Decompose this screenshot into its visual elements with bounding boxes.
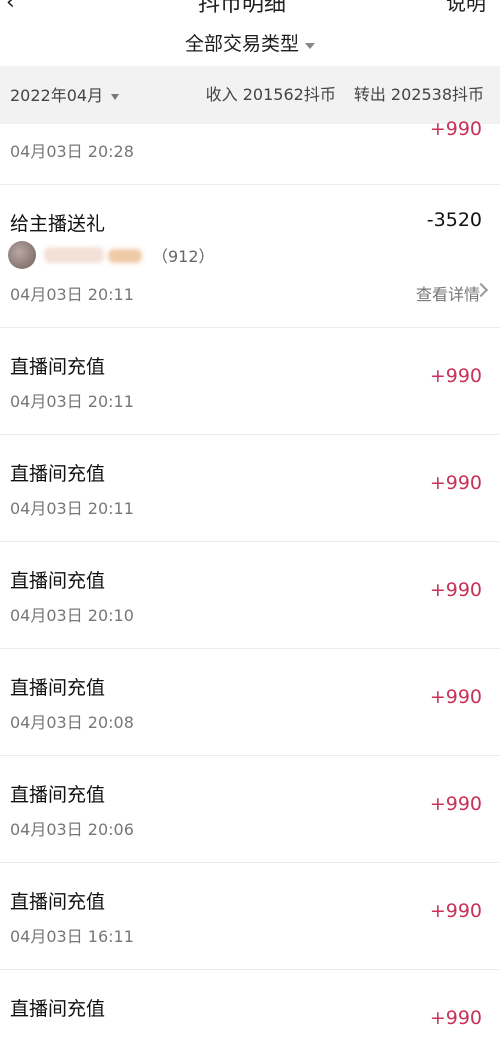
month-selector[interactable]: 2022年04月 [10, 66, 120, 126]
caret-down-icon [111, 93, 120, 100]
transaction-name: 直播间充值 [10, 463, 106, 485]
transaction-row[interactable]: 直播间充值 +990 [0, 970, 500, 1050]
transaction-amount: +990 [429, 686, 482, 708]
transaction-time: 04月03日 20:11 [10, 392, 134, 411]
transaction-row[interactable]: 直播间充值 +990 04月03日 20:10 [0, 542, 500, 649]
top-nav-bar: ‹ 抖币明细 说明 [0, 0, 500, 14]
transaction-list: +990 04月03日 20:28 给主播送礼 -3520 （912） 04月0… [0, 118, 500, 1050]
transaction-row-gift[interactable]: 给主播送礼 -3520 （912） 04月03日 20:11 查看详情 [0, 185, 500, 328]
transaction-row[interactable]: 直播间充值 +990 04月03日 20:06 [0, 756, 500, 863]
transaction-amount: +990 [429, 579, 482, 601]
transaction-name: 直播间充值 [10, 570, 106, 592]
transaction-row[interactable]: 直播间充值 +990 04月03日 16:11 [0, 863, 500, 970]
avatar [8, 241, 36, 269]
month-label: 2022年04月 [10, 86, 104, 105]
view-details-link[interactable]: 查看详情 [416, 281, 480, 305]
transaction-name: 直播间充值 [10, 356, 106, 378]
month-summary-bar: 2022年04月 收入 201562抖币 转出 202538抖币 [0, 66, 500, 124]
transaction-time: 04月03日 20:06 [10, 820, 134, 839]
transaction-time: 04月03日 20:11 [10, 499, 134, 518]
transaction-row[interactable]: 直播间充值 +990 04月03日 20:11 [0, 435, 500, 542]
transaction-amount: +990 [429, 365, 482, 387]
transaction-row-partial[interactable]: +990 04月03日 20:28 [0, 118, 500, 185]
transaction-amount: +990 [429, 793, 482, 815]
transaction-amount: +990 [429, 118, 482, 140]
transaction-row[interactable]: 直播间充值 +990 04月03日 20:08 [0, 649, 500, 756]
redacted-username [44, 247, 104, 263]
transaction-amount: +990 [429, 1007, 482, 1029]
transaction-name: 直播间充值 [10, 677, 106, 699]
gift-count: （912） [152, 247, 215, 266]
transaction-time: 04月03日 20:11 [10, 285, 134, 304]
gift-icon [108, 249, 142, 263]
help-link[interactable]: 说明 [446, 0, 486, 14]
transaction-type-filter[interactable]: 全部交易类型 [0, 22, 500, 66]
caret-down-icon [305, 42, 315, 49]
transaction-amount: +990 [429, 900, 482, 922]
transaction-name: 直播间充值 [10, 891, 106, 913]
income-total: 收入 201562抖币 [205, 85, 336, 104]
filter-label: 全部交易类型 [184, 33, 299, 55]
transaction-row[interactable]: 直播间充值 +990 04月03日 20:11 [0, 328, 500, 435]
transaction-name: 直播间充值 [10, 784, 106, 806]
back-icon[interactable]: ‹ [6, 0, 15, 14]
page-title: 抖币明细 [198, 0, 287, 14]
transaction-name: 直播间充值 [10, 998, 106, 1020]
transaction-name: 给主播送礼 [10, 213, 106, 235]
transaction-time: 04月03日 20:08 [10, 713, 134, 732]
transaction-time: 04月03日 16:11 [10, 927, 134, 946]
transaction-amount: -3520 [426, 209, 482, 231]
summary-stats: 收入 201562抖币 转出 202538抖币 [206, 66, 484, 124]
transaction-time: 04月03日 20:28 [10, 142, 134, 161]
transaction-amount: +990 [429, 472, 482, 494]
outgoing-total: 转出 202538抖币 [353, 85, 484, 104]
transaction-time: 04月03日 20:10 [10, 606, 134, 625]
